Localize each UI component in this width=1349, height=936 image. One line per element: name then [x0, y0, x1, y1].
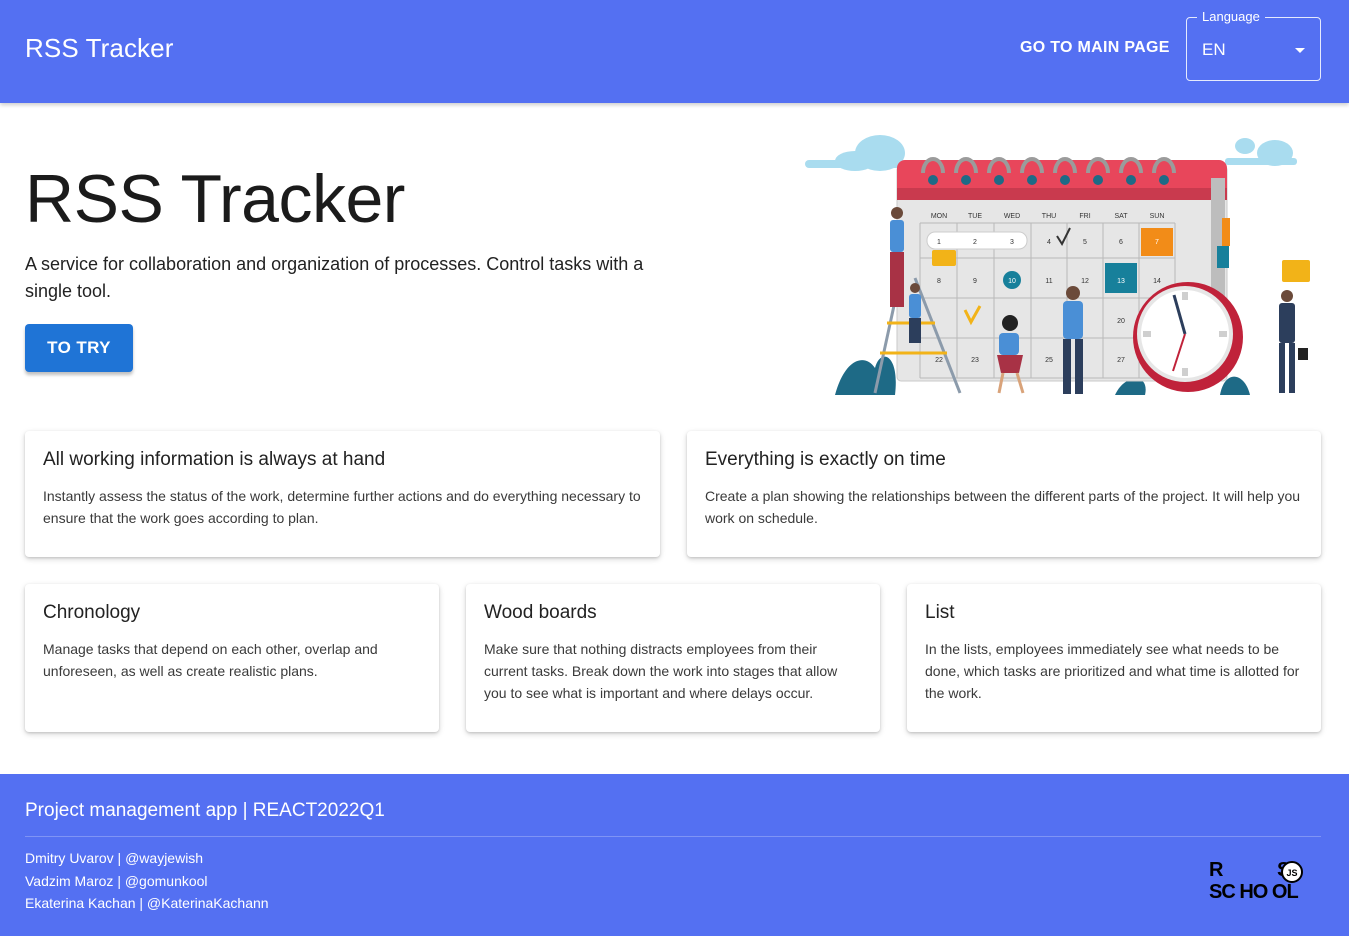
footer-heading: Project management app | REACT2022Q1 [25, 800, 385, 821]
hero-description: A service for collaboration and organiza… [25, 254, 644, 301]
feature-card: Wood boards Make sure that nothing distr… [466, 584, 880, 732]
feature-card-title: Everything is exactly on time [705, 449, 946, 470]
feature-card: Everything is exactly on time Create a p… [687, 431, 1321, 557]
day-label: 1 [937, 239, 941, 246]
day-label: 2 [973, 239, 977, 246]
go-to-main-page-link[interactable]: GO TO MAIN PAGE [1020, 39, 1170, 57]
js-badge: JS [1286, 868, 1297, 878]
svg-text:R: R [1209, 859, 1224, 881]
calendar-illustration: MON TUE WED THU FRI SAT SUN 1 2 3 4 5 6 … [805, 135, 1310, 395]
day-label: 23 [971, 357, 979, 364]
app-header: RSS Tracker GO TO MAIN PAGE Language EN [0, 0, 1349, 103]
day-label: 5 [1083, 239, 1087, 246]
footer-divider [25, 836, 1321, 837]
weekday-label: FRI [1079, 213, 1090, 220]
day-label: 13 [1117, 278, 1125, 285]
day-label: 11 [1045, 278, 1052, 285]
svg-text:SC HO OL: SC HO OL [1209, 881, 1298, 903]
day-label: 22 [935, 357, 943, 364]
cloud-icon [1225, 138, 1297, 166]
chat-bubble-icon [1282, 260, 1310, 282]
try-button[interactable]: TO TRY [25, 324, 133, 372]
feature-card-text: Create a plan showing the relationships … [705, 488, 1301, 526]
feature-card: Chronology Manage tasks that depend on e… [25, 584, 439, 732]
day-label: 25 [1045, 357, 1053, 364]
day-label: 12 [1081, 278, 1089, 285]
author-link[interactable]: Dmitry Uvarov | @wayjewish [25, 850, 203, 866]
clock-icon [1133, 282, 1243, 392]
weekday-label: SAT [1114, 213, 1128, 220]
feature-card-title: List [925, 602, 955, 623]
day-label: 8 [937, 278, 941, 285]
day-label: 3 [1010, 239, 1014, 246]
chevron-down-icon [1295, 48, 1305, 53]
feature-card-text: Make sure that nothing distracts employe… [484, 641, 838, 701]
day-label: 9 [973, 278, 977, 285]
person-figure [1279, 290, 1308, 393]
day-label: 14 [1153, 278, 1161, 285]
author-link[interactable]: Vadzim Maroz | @gomunkool [25, 873, 208, 889]
feature-card-text: Manage tasks that depend on each other, … [43, 641, 378, 679]
day-label: 7 [1155, 239, 1159, 246]
feature-card: All working information is always at han… [25, 431, 660, 557]
language-select[interactable]: Language EN [1186, 9, 1321, 81]
feature-card-title: Chronology [43, 602, 141, 623]
weekday-label: MON [931, 213, 947, 220]
app-title[interactable]: RSS Tracker [25, 33, 173, 64]
feature-card-text: In the lists, employees immediately see … [925, 641, 1300, 701]
feature-card-title: All working information is always at han… [43, 449, 386, 470]
feature-card-text: Instantly assess the status of the work,… [43, 488, 641, 526]
day-label: 27 [1117, 357, 1125, 364]
hero-title: RSS Tracker [25, 161, 405, 237]
rs-school-logo[interactable]: R S SC HO OL JS [1205, 856, 1325, 904]
weekday-label: TUE [968, 213, 982, 220]
person-figure [890, 207, 904, 307]
day-label: 20 [1117, 318, 1125, 325]
author-link[interactable]: Ekaterina Kachan | @KaterinaKachann [25, 895, 269, 911]
day-label: 6 [1119, 239, 1123, 246]
day-label: 4 [1047, 239, 1051, 246]
feature-card: List In the lists, employees immediately… [907, 584, 1321, 732]
language-label: Language [1197, 9, 1265, 25]
chat-bubble-icon [932, 250, 956, 266]
feature-card-title: Wood boards [484, 602, 597, 623]
weekday-label: WED [1004, 213, 1020, 220]
language-value: EN [1202, 40, 1226, 59]
cloud-icon [805, 135, 905, 171]
app-footer: Project management app | REACT2022Q1 Dmi… [0, 774, 1349, 936]
weekday-label: THU [1042, 213, 1056, 220]
day-label: 10 [1008, 278, 1016, 285]
weekday-label: SUN [1150, 213, 1165, 220]
